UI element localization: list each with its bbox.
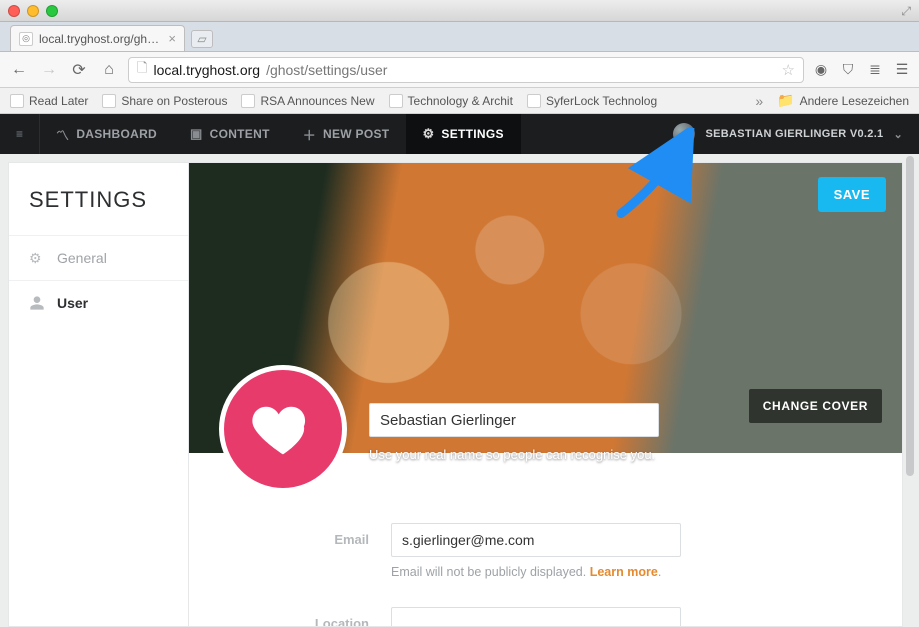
minimize-window-icon[interactable] (27, 5, 39, 17)
save-button[interactable]: SAVE (818, 177, 886, 212)
fullscreen-icon[interactable]: ⤢ (901, 4, 911, 19)
favicon-icon: ◎ (19, 32, 33, 46)
nav-user-label: SEBASTIAN GIERLINGER V0.2.1 (705, 128, 883, 140)
folder-label: Andere Lesezeichen (800, 94, 909, 108)
extension-icon[interactable]: ◉ (812, 61, 830, 79)
avatar-icon (673, 123, 695, 145)
heart-icon (251, 397, 315, 461)
nav-label: NEW POST (323, 127, 389, 141)
reload-button[interactable]: ⟳ (68, 59, 90, 81)
settings-sidebar: SETTINGS ⚙ General User (8, 162, 188, 627)
email-label: Email (219, 523, 369, 547)
chevron-down-icon: ⌄ (893, 128, 903, 141)
bookmark-item[interactable]: Share on Posterous (102, 94, 227, 108)
forward-button[interactable]: → (38, 59, 60, 81)
bookmark-item[interactable]: RSA Announces New (241, 94, 374, 108)
dashboard-icon: 〽 (56, 125, 69, 144)
sidebar-item-user[interactable]: User (9, 280, 188, 325)
form-row-location: Location Where in the world do you live? (219, 607, 872, 627)
page-icon: 🗋 (137, 59, 147, 81)
pocket-icon[interactable]: ⛉ (839, 61, 857, 79)
workspace: SETTINGS ⚙ General User SAVE CHANGE COVE… (0, 154, 919, 627)
folder-icon: 📁 (777, 92, 794, 109)
email-help: Email will not be publicly displayed. Le… (391, 565, 681, 579)
full-name-help: Use your real name so people can recogni… (369, 447, 659, 462)
window-titlebar: ⤢ (0, 0, 919, 22)
tab-close-icon[interactable]: × (168, 31, 176, 46)
zoom-window-icon[interactable] (46, 5, 58, 17)
nav-new-post[interactable]: ＋ NEW POST (287, 114, 407, 154)
nav-user-menu[interactable]: SEBASTIAN GIERLINGER V0.2.1 ⌄ (673, 123, 919, 145)
form-row-email: Email Email will not be publicly display… (219, 523, 872, 579)
bookmark-label: RSA Announces New (260, 94, 374, 108)
bookmark-label: Technology & Archit (408, 94, 513, 108)
nav-label: CONTENT (210, 127, 270, 141)
ghost-admin-nav: ≡ 〽 DASHBOARD ▣ CONTENT ＋ NEW POST ⚙ SETTING… (0, 114, 919, 154)
chrome-menu-icon[interactable]: ☰ (893, 61, 911, 79)
gear-icon: ⚙ (422, 126, 434, 142)
profile-header: Use your real name so people can recogni… (219, 365, 659, 493)
nav-label: DASHBOARD (76, 127, 157, 141)
new-tab-button[interactable]: ▱ (191, 30, 213, 48)
bookmark-item[interactable]: Read Later (10, 94, 88, 108)
bookmark-icon (10, 94, 24, 108)
traffic-lights (8, 5, 58, 17)
change-cover-button[interactable]: CHANGE COVER (749, 389, 882, 423)
content-icon: ▣ (190, 126, 203, 142)
sidebar-title: SETTINGS (9, 163, 188, 235)
profile-avatar[interactable] (219, 365, 347, 493)
bookmarks-bar: Read Later Share on Posterous RSA Announ… (0, 88, 919, 114)
close-window-icon[interactable] (8, 5, 20, 17)
bookmark-item[interactable]: SyferLock Technolog (527, 94, 657, 108)
sidebar-item-general[interactable]: ⚙ General (9, 235, 188, 280)
plus-icon: ＋ (303, 125, 316, 144)
nav-settings[interactable]: ⚙ SETTINGS (406, 114, 520, 154)
nav-dashboard[interactable]: 〽 DASHBOARD (40, 114, 174, 154)
bookmark-icon (527, 94, 541, 108)
user-icon (29, 295, 45, 311)
sidebar-item-label: User (57, 295, 88, 311)
url-host: local.tryghost.org (153, 62, 260, 78)
buffer-icon[interactable]: ≣ (866, 61, 884, 79)
email-help-text: Email will not be publicly displayed. (391, 565, 590, 579)
full-name-input[interactable] (369, 403, 659, 437)
cover-image: CHANGE COVER Use your real name so peopl… (189, 163, 902, 453)
scrollbar-vertical[interactable] (902, 154, 916, 627)
bookmark-icon (241, 94, 255, 108)
bookmark-star-icon[interactable]: ☆ (782, 61, 795, 79)
home-button[interactable]: ⌂ (98, 59, 120, 81)
bookmark-label: SyferLock Technolog (546, 94, 657, 108)
nav-menu-icon[interactable]: ≡ (0, 114, 40, 154)
bookmarks-overflow-icon[interactable]: » (755, 93, 763, 109)
url-path: /ghost/settings/user (266, 62, 387, 78)
bookmark-label: Share on Posterous (121, 94, 227, 108)
bookmark-icon (102, 94, 116, 108)
browser-toolbar: ← → ⟳ ⌂ 🗋 local.tryghost.org/ghost/setti… (0, 52, 919, 88)
bookmark-item[interactable]: Technology & Archit (389, 94, 513, 108)
gear-icon: ⚙ (29, 250, 45, 266)
nav-content[interactable]: ▣ CONTENT (174, 114, 287, 154)
back-button[interactable]: ← (8, 59, 30, 81)
browser-tabstrip: ◎ local.tryghost.org/ghost/s × ▱ (0, 22, 919, 52)
browser-tab[interactable]: ◎ local.tryghost.org/ghost/s × (10, 25, 185, 51)
extension-icons: ◉ ⛉ ≣ ☰ (812, 61, 911, 79)
location-label: Location (219, 607, 369, 627)
sidebar-item-label: General (57, 250, 107, 266)
bookmark-icon (389, 94, 403, 108)
settings-panel: SAVE CHANGE COVER Use your real name so … (188, 162, 903, 627)
location-input[interactable] (391, 607, 681, 627)
email-input[interactable] (391, 523, 681, 557)
nav-label: SETTINGS (441, 127, 503, 141)
learn-more-link[interactable]: Learn more (590, 565, 658, 579)
tab-title: local.tryghost.org/ghost/s (39, 32, 162, 46)
bookmark-label: Read Later (29, 94, 88, 108)
scrollbar-thumb[interactable] (906, 156, 914, 476)
other-bookmarks-folder[interactable]: 📁 Andere Lesezeichen (777, 92, 909, 109)
address-bar[interactable]: 🗋 local.tryghost.org/ghost/settings/user… (128, 57, 804, 83)
